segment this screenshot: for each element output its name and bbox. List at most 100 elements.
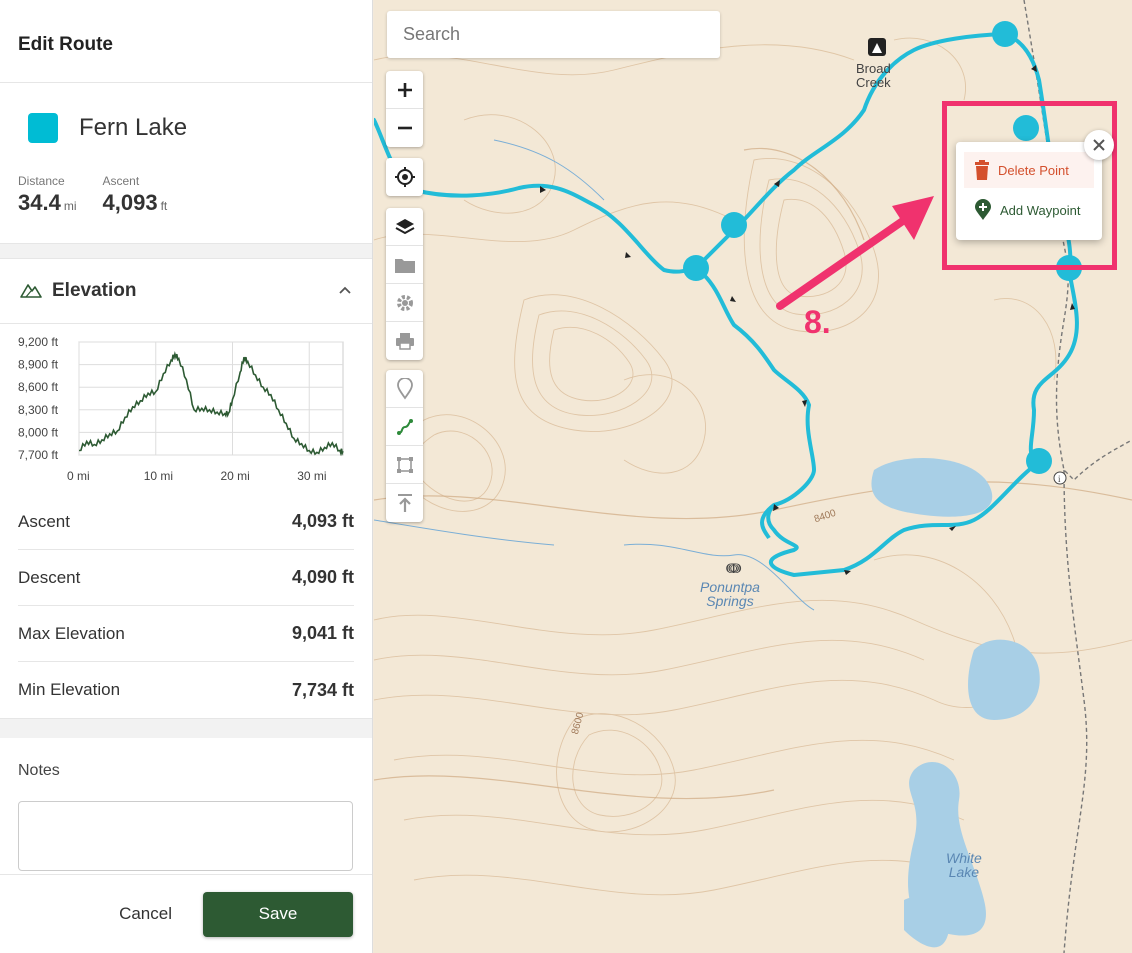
ascent-unit: ft	[160, 199, 168, 213]
distance-label: Distance	[18, 174, 65, 188]
chart-x-tick: 20 mi	[220, 469, 249, 483]
chart-x-tick: 10 mi	[144, 469, 173, 483]
close-icon	[1093, 139, 1105, 151]
summary-key: Min Elevation	[18, 680, 121, 699]
map-label-white-lake: White Lake	[946, 851, 982, 879]
chart-y-tick: 8,300 ft	[18, 403, 59, 417]
map-label-broad-creek: Broad Creek	[856, 62, 891, 90]
locate-control	[386, 158, 423, 196]
save-button[interactable]: Save	[203, 891, 353, 937]
notes-field[interactable]	[18, 801, 353, 871]
print-button[interactable]	[386, 322, 423, 360]
annotation-step-number: 8.	[804, 304, 831, 340]
route-icon	[396, 418, 413, 435]
chart-y-tick: 8,900 ft	[18, 358, 59, 372]
add-marker-button[interactable]	[386, 370, 423, 408]
chart-y-tick: 8,000 ft	[18, 425, 59, 439]
point-context-menu: Delete Point Add Waypoint	[956, 142, 1102, 240]
chart-frame	[78, 341, 344, 456]
divider	[0, 718, 372, 738]
ascent-value: 4,093	[102, 190, 158, 215]
cancel-button[interactable]: Cancel	[119, 904, 172, 924]
summary-key: Descent	[18, 567, 81, 587]
campsite-icon	[868, 38, 886, 56]
plus-icon	[397, 82, 412, 97]
add-waypoint-icon	[975, 199, 991, 220]
page-title: Edit Route	[18, 34, 113, 55]
layers-icon	[395, 218, 414, 234]
zoom-in-button[interactable]	[386, 71, 423, 109]
summary-key: Ascent	[18, 511, 70, 531]
notes-section: Notes	[0, 738, 372, 876]
chevron-up-icon[interactable]	[338, 282, 352, 300]
summary-value: 9,041 ft	[291, 623, 354, 643]
summary-value: 4,090 ft	[291, 567, 354, 587]
map-label-line: Ponuntpa	[700, 579, 760, 595]
map-canvas[interactable]: ↈ i Broad Creek Ponuntpa Springs White L…	[374, 0, 1132, 953]
edit-route-panel: Edit Route Fern Lake Distance 34.4 mi Asc…	[0, 0, 373, 953]
close-popup-button[interactable]	[1084, 130, 1114, 160]
trash-icon	[975, 160, 989, 180]
settings-button[interactable]	[386, 284, 423, 322]
delete-point-label: Delete Point	[998, 162, 1069, 178]
chart-y-tick: 7,700 ft	[18, 448, 59, 462]
zoom-out-button[interactable]	[386, 109, 423, 147]
locate-button[interactable]	[386, 158, 423, 196]
mountain-icon	[20, 280, 42, 303]
zoom-controls	[386, 71, 423, 147]
summary-row: Descent 4,090 ft	[18, 550, 354, 606]
map-label-line: White	[946, 850, 982, 866]
summary-value: 4,093 ft	[291, 511, 354, 531]
delete-point-option[interactable]: Delete Point	[964, 152, 1094, 188]
crosshair-icon	[394, 167, 415, 187]
map-tools	[386, 208, 423, 360]
add-waypoint-option[interactable]: Add Waypoint	[964, 192, 1094, 228]
map-pin-icon	[396, 377, 413, 400]
map-label-springs: Ponuntpa Springs	[700, 580, 760, 608]
summary-row: Min Elevation 7,734 ft	[18, 662, 354, 718]
chart-y-tick: 9,200 ft	[18, 335, 59, 349]
map-label-line: Broad	[856, 61, 891, 76]
gear-icon	[396, 294, 413, 311]
folder-icon	[394, 258, 415, 273]
map-label-line: Springs	[706, 593, 754, 609]
svg-text:ↈ: ↈ	[726, 561, 742, 577]
polygon-icon	[396, 456, 413, 473]
upload-icon	[397, 494, 412, 512]
minus-icon	[397, 126, 412, 130]
summary-row: Ascent 4,093 ft	[18, 494, 354, 550]
summary-row: Max Elevation 9,041 ft	[18, 606, 354, 662]
distance-value: 34.4	[18, 190, 61, 215]
divider	[0, 243, 372, 259]
search-input[interactable]: Search	[387, 11, 720, 58]
panel-footer: Cancel Save	[0, 874, 372, 953]
elevation-title: Elevation	[52, 280, 137, 301]
draw-area-button[interactable]	[386, 446, 423, 484]
summary-value: 7,734 ft	[291, 679, 354, 700]
chart-x-tick: 0 mi	[67, 469, 90, 483]
draw-tools	[386, 370, 423, 522]
chart-y-tick: 8,600 ft	[18, 380, 59, 394]
panel-header: Edit Route	[0, 0, 372, 83]
ascent-label: Ascent	[102, 174, 140, 188]
route-color-swatch[interactable]	[28, 113, 58, 143]
upload-button[interactable]	[386, 484, 423, 522]
map-label-line: Lake	[948, 864, 980, 880]
elevation-summary: Ascent 4,093 ft Descent 4,090 ft Max Elevati…	[0, 494, 372, 718]
draw-route-button[interactable]	[386, 408, 423, 446]
distance-stat: Distance 34.4 mi	[18, 174, 77, 216]
route-summary: Fern Lake Distance 34.4 mi Ascent 4,093 ft	[0, 83, 372, 243]
route-name[interactable]: Fern Lake	[79, 114, 187, 142]
add-waypoint-label: Add Waypoint	[1000, 202, 1081, 218]
summary-key: Max Elevation	[18, 623, 125, 643]
folder-button[interactable]	[386, 246, 423, 284]
search-placeholder: Search	[403, 24, 461, 44]
layers-button[interactable]	[386, 208, 423, 246]
ascent-stat: Ascent 4,093 ft	[103, 174, 168, 216]
elevation-chart[interactable]: 9,200 ft 8,900 ft 8,600 ft 8,300 ft 8,000 ft…	[0, 324, 372, 494]
notes-label: Notes	[18, 762, 60, 779]
map-label-line: Creek	[856, 75, 891, 90]
chart-x-tick: 30 mi	[297, 469, 326, 483]
elevation-section-header[interactable]: Elevation	[0, 259, 372, 324]
distance-unit: mi	[63, 199, 77, 213]
